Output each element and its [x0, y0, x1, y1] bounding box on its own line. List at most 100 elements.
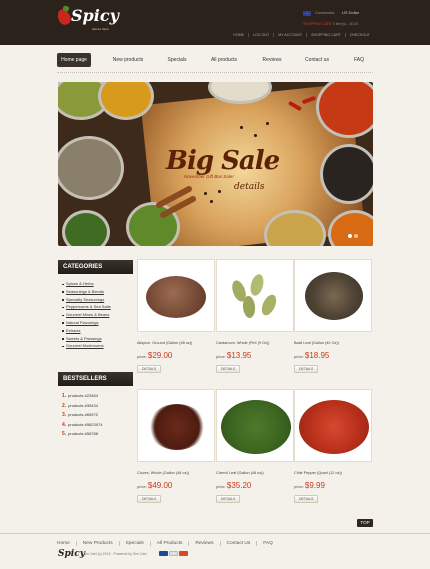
toplink-home[interactable]: HOME: [229, 33, 248, 37]
nav-contact[interactable]: Contact us: [303, 53, 331, 67]
footer-logo[interactable]: Spicy: [58, 549, 85, 559]
toplink-checkout[interactable]: CHECKOUT: [344, 33, 374, 37]
product-name[interactable]: Basil Leaf (Gallon (40 Oz)): [294, 341, 372, 347]
category-link[interactable]: Peppercorns & Sea Salts: [62, 303, 134, 311]
details-button[interactable]: DETAILS: [216, 365, 241, 373]
nav-home[interactable]: Home page: [57, 53, 91, 67]
product-card: Chervil Leaf (Gallon (48 oz)) price: $35…: [216, 389, 294, 503]
nav-new-products[interactable]: New products: [108, 53, 148, 67]
footer-link-faq[interactable]: FAQ: [263, 541, 279, 546]
footer-link-home[interactable]: Home: [57, 541, 77, 546]
footer-link-specials[interactable]: Specials: [126, 541, 151, 546]
product-image[interactable]: [216, 389, 294, 462]
peppercorn-image: [204, 192, 207, 195]
category-link[interactable]: Extracts: [62, 327, 134, 335]
category-link[interactable]: Specialty Seasonings: [62, 296, 134, 304]
category-list: Spices & Herbs Seasonings & Blends Speci…: [62, 280, 134, 350]
slider-dot[interactable]: [354, 234, 358, 238]
price-label: price:: [294, 484, 304, 489]
product-name[interactable]: Chervil Leaf (Gallon (48 oz)): [216, 471, 294, 477]
uk-flag-icon[interactable]: [303, 11, 311, 16]
payment-icons: [159, 551, 188, 556]
basil-image: [305, 272, 363, 320]
details-button[interactable]: DETAILS: [294, 365, 319, 373]
product-price: price: $49.00: [137, 481, 215, 490]
bestseller-item[interactable]: 5. products #56788: [62, 429, 134, 439]
product-image[interactable]: [294, 259, 372, 332]
product-price: price: $9.99: [294, 481, 372, 490]
price-value: $9.99: [304, 481, 325, 490]
price-label: price:: [137, 354, 147, 359]
category-link[interactable]: Gourmet Mushrooms: [62, 342, 134, 350]
price-value: $13.95: [226, 351, 252, 360]
toplink-account[interactable]: MY ACCOUNT: [273, 33, 306, 37]
mastercard-icon: [179, 551, 188, 556]
price-label: price:: [216, 484, 226, 489]
product-card: Cloves, Whole (Gallon (48 oz)) price: $4…: [137, 389, 215, 503]
bestseller-link[interactable]: products #65972: [68, 412, 98, 417]
bowl-image: [320, 144, 373, 204]
category-link[interactable]: Spices & Herbs: [62, 280, 134, 288]
cart-info[interactable]: SHOPPING CART 0 item(s) - $0.00: [303, 22, 358, 26]
product-image[interactable]: [137, 389, 215, 462]
peppercorn-image: [210, 200, 213, 203]
nav-reviews[interactable]: Reviews: [261, 53, 283, 67]
footer-link-new-products[interactable]: New Products: [83, 541, 120, 546]
category-link[interactable]: Seasonings & Blends: [62, 288, 134, 296]
nav-faq[interactable]: FAQ: [350, 53, 368, 67]
logo-text: Spicy: [71, 6, 119, 25]
details-button[interactable]: DETAILS: [137, 365, 162, 373]
bestseller-item[interactable]: 1. products #23454: [62, 391, 134, 401]
bestseller-rank: 1.: [62, 393, 67, 399]
category-link[interactable]: Natural Flavorings: [62, 319, 134, 327]
details-button[interactable]: DETAILS: [216, 495, 241, 503]
footer-divider: [0, 533, 430, 534]
toplink-logout[interactable]: LOG OUT: [248, 33, 273, 37]
product-name[interactable]: Cardamom, Whole (Pint (9 Oz)): [216, 341, 294, 347]
logo[interactable]: Spicy Spices Store: [55, 5, 128, 36]
currency-label: Currencies: [315, 10, 335, 15]
slider-pager: [348, 234, 358, 238]
bestseller-item[interactable]: 2. products #35434: [62, 401, 134, 411]
bestseller-item[interactable]: 3. products #65972: [62, 410, 134, 420]
footer-link-all-products[interactable]: All Products: [157, 541, 190, 546]
banner-details-link[interactable]: details: [234, 182, 264, 192]
back-to-top-button[interactable]: TOP: [357, 519, 373, 527]
chile-pepper-image: [299, 400, 369, 454]
categories-title: CATEGORIES: [58, 260, 133, 274]
bestseller-link[interactable]: products #5623974: [68, 422, 102, 427]
allspice-image: [146, 276, 206, 318]
price-value: $29.00: [147, 351, 173, 360]
bestsellers-list: 1. products #23454 2. products #35434 3. pr…: [62, 391, 134, 439]
details-button[interactable]: DETAILS: [137, 495, 162, 503]
top-links: HOME LOG OUT MY ACCOUNT SHOPPING CART CH…: [229, 33, 374, 37]
bowl-image: [58, 136, 124, 200]
product-name[interactable]: Chile Pepper (Quart (12 oz)): [294, 471, 372, 477]
toplink-cart[interactable]: SHOPPING CART: [306, 33, 345, 37]
product-name[interactable]: Allspice, Ground (Gallon (48 oz)): [137, 341, 215, 347]
product-image[interactable]: [137, 259, 215, 332]
details-button[interactable]: DETAILS: [294, 495, 319, 503]
bestseller-link[interactable]: products #35434: [68, 403, 98, 408]
chervil-image: [221, 400, 291, 454]
slider-dot[interactable]: [348, 234, 352, 238]
product-image[interactable]: [216, 259, 294, 332]
currency-select[interactable]: US Dollar: [342, 10, 359, 15]
bestseller-link[interactable]: products #56788: [68, 431, 98, 436]
price-label: price:: [137, 484, 147, 489]
cart-summary: 0 item(s) - $0.00: [332, 22, 359, 26]
category-link[interactable]: Gourmet Mixes & Beans: [62, 311, 134, 319]
product-name[interactable]: Cloves, Whole (Gallon (48 oz)): [137, 471, 215, 477]
cardamom-image: [242, 295, 256, 319]
nav-specials[interactable]: Specials: [165, 53, 189, 67]
banner[interactable]: Big Sale November Gift Box Sale! details: [58, 82, 373, 246]
footer-link-reviews[interactable]: Reviews: [195, 541, 221, 546]
bestseller-item[interactable]: 4. products #5623974: [62, 420, 134, 430]
cardamom-image: [248, 272, 266, 298]
nav-all-products[interactable]: All products: [208, 53, 240, 67]
product-image[interactable]: [294, 389, 372, 462]
bestseller-link[interactable]: products #23454: [68, 393, 98, 398]
footer-link-contact[interactable]: Contact Us: [227, 541, 258, 546]
price-value: $49.00: [147, 481, 173, 490]
category-link[interactable]: Sweets & Pressings: [62, 335, 134, 343]
